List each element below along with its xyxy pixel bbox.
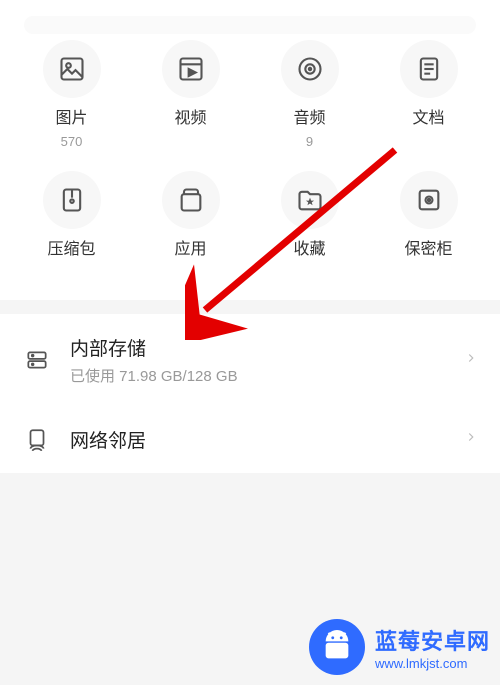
category-safe[interactable]: 保密柜: [369, 171, 488, 280]
category-archives[interactable]: 压缩包: [12, 171, 131, 280]
audio-icon: [281, 40, 339, 98]
storage-title: 内部存储: [70, 334, 446, 361]
network-icon: [22, 427, 52, 453]
watermark: 蓝莓安卓网 www.lmkjst.com: [309, 619, 490, 675]
chevron-right-icon: [464, 430, 478, 449]
watermark-title: 蓝莓安卓网: [375, 624, 490, 656]
safe-icon: [400, 171, 458, 229]
category-label: 保密柜: [404, 235, 452, 259]
category-label: 视频: [174, 104, 206, 128]
category-label: 音频: [293, 104, 325, 128]
category-videos[interactable]: 视频: [131, 40, 250, 149]
video-icon: [162, 40, 220, 98]
category-label: 文档: [412, 104, 444, 128]
network-neighbors-item[interactable]: 网络邻居: [0, 406, 500, 473]
storage-text: 内部存储 已使用 71.98 GB/128 GB: [70, 334, 446, 386]
watermark-logo-icon: [309, 619, 365, 675]
category-favorites[interactable]: 收藏: [250, 171, 369, 280]
favorite-icon: [281, 171, 339, 229]
category-documents[interactable]: 文档: [369, 40, 488, 149]
section-divider: [0, 300, 500, 314]
category-apps[interactable]: 应用: [131, 171, 250, 280]
category-label: 图片: [55, 104, 87, 128]
category-count: 570: [61, 134, 83, 149]
internal-storage-item[interactable]: 内部存储 已使用 71.98 GB/128 GB: [0, 314, 500, 406]
watermark-url: www.lmkjst.com: [375, 656, 490, 671]
network-title: 网络邻居: [70, 426, 446, 453]
storage-list: 内部存储 已使用 71.98 GB/128 GB 网络邻居: [0, 314, 500, 473]
category-label: 收藏: [293, 235, 325, 259]
category-grid: 图片 570 视频 音频 9 文档: [0, 40, 500, 280]
archive-icon: [43, 171, 101, 229]
chevron-right-icon: [464, 351, 478, 370]
category-audio[interactable]: 音频 9: [250, 40, 369, 149]
categories-section: 图片 570 视频 音频 9 文档: [0, 0, 500, 300]
image-icon: [43, 40, 101, 98]
category-label: 应用: [174, 235, 206, 259]
document-icon: [400, 40, 458, 98]
watermark-text: 蓝莓安卓网 www.lmkjst.com: [375, 624, 490, 671]
category-label: 压缩包: [47, 235, 95, 259]
search-bar[interactable]: [24, 16, 476, 34]
category-images[interactable]: 图片 570: [12, 40, 131, 149]
network-text: 网络邻居: [70, 426, 446, 453]
category-count: 9: [306, 134, 313, 149]
app-icon: [162, 171, 220, 229]
storage-icon: [22, 347, 52, 373]
storage-subtitle: 已使用 71.98 GB/128 GB: [70, 365, 446, 386]
